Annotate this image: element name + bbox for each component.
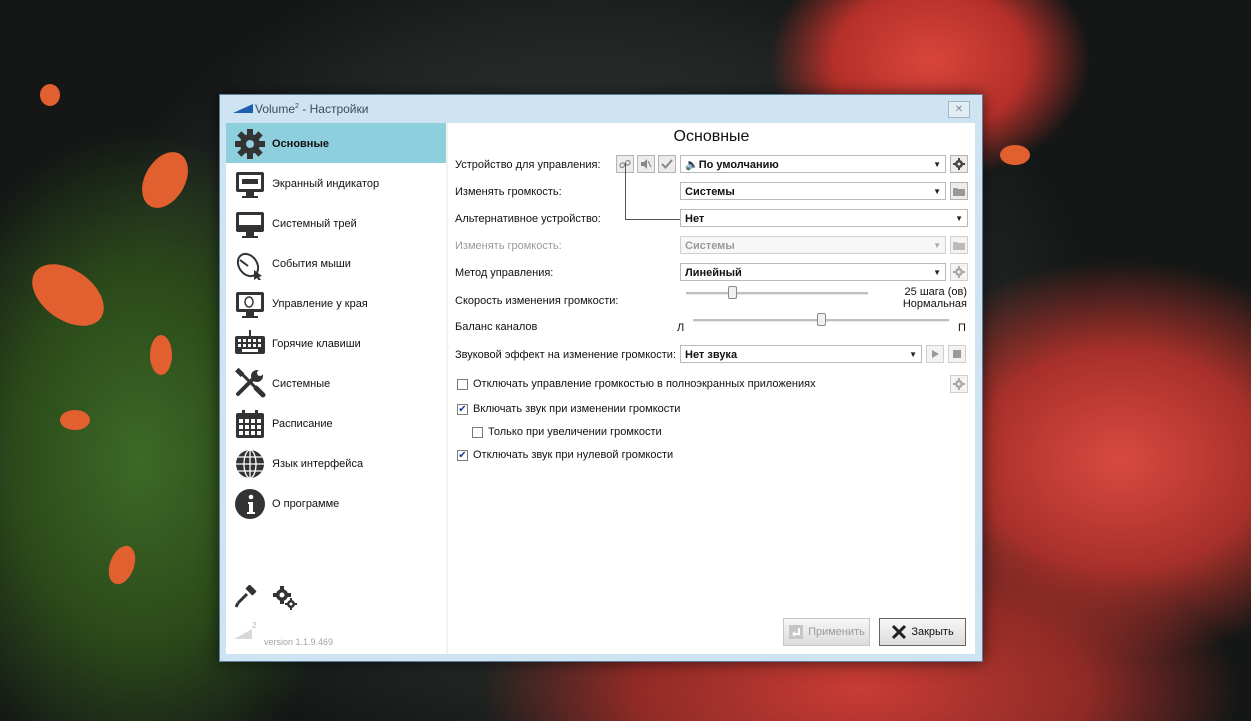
monitor-icon (234, 168, 266, 200)
advanced-settings-icon[interactable] (272, 585, 298, 614)
chevron-down-icon: ▼ (955, 214, 963, 223)
apply-button[interactable]: Применить (783, 618, 870, 646)
sound-effect-select[interactable]: Нет звука ▼ (680, 345, 922, 363)
sidebar-item-osd[interactable]: Экранный индикатор (226, 163, 446, 203)
speed-caption: Нормальная (902, 298, 967, 310)
device-link-connector (625, 163, 680, 220)
method-label: Метод управления: (455, 267, 554, 279)
sidebar-item-label: Системные (272, 378, 331, 390)
sidebar-item-label: Экранный индикатор (272, 178, 380, 190)
sidebar-item-language[interactable]: Язык интерфейса (226, 443, 446, 483)
device-select[interactable]: 🔈По умолчанию ▼ (680, 155, 946, 173)
balance-left-label: Л (677, 322, 685, 334)
background-splash (132, 144, 198, 216)
tools-icon (234, 368, 266, 400)
title-bar[interactable]: Volume2 - Настройки ✕ (220, 95, 982, 122)
sound-effect-label: Звуковой эффект на изменение громкости: (455, 349, 677, 361)
sidebar-item-label: События мыши (272, 258, 351, 270)
fullscreen-disable-checkbox[interactable] (457, 379, 468, 390)
tray-icon (234, 208, 266, 240)
play-sound-button[interactable] (926, 345, 944, 363)
balance-slider-handle[interactable] (817, 313, 826, 326)
speed-slider-track[interactable] (686, 292, 868, 295)
chevron-down-icon: ▼ (933, 187, 941, 196)
sidebar-item-system[interactable]: Системные (226, 363, 446, 403)
sidebar-item-label: Основные (272, 138, 329, 150)
balance-right-label: П (958, 322, 966, 334)
alt-browse-folder-button (950, 236, 968, 254)
background-splash (103, 542, 141, 588)
unmute-on-change-checkbox[interactable]: ✔ (457, 404, 468, 415)
alt-change-volume-label: Изменять громкость: (455, 240, 562, 252)
sidebar-item-tray[interactable]: Системный трей (226, 203, 446, 243)
change-volume-select[interactable]: Системы ▼ (680, 182, 946, 200)
chevron-down-icon: ▼ (933, 160, 941, 169)
window-client-area: Основные Экранный индикатор Системный тр… (226, 123, 975, 654)
background-splash (60, 410, 90, 430)
chevron-down-icon: ▼ (909, 350, 917, 359)
device-settings-button[interactable] (950, 155, 968, 173)
sidebar-item-label: Язык интерфейса (272, 458, 364, 470)
sidebar-item-about[interactable]: О программе (226, 483, 446, 523)
stop-sound-button[interactable] (948, 345, 966, 363)
mute-on-zero-checkbox[interactable]: ✔ (457, 450, 468, 461)
change-volume-label: Изменять громкость: (455, 186, 562, 198)
fullscreen-settings-button[interactable] (950, 375, 968, 393)
sidebar-item-label: Расписание (272, 418, 333, 430)
browse-folder-button[interactable] (950, 182, 968, 200)
only-on-increase-label: Только при увеличении громкости (488, 426, 662, 438)
close-icon (891, 624, 907, 640)
globe-icon (234, 448, 266, 480)
alt-device-select[interactable]: Нет ▼ (680, 209, 968, 227)
sidebar-item-label: О программе (272, 498, 340, 510)
sidebar-item-screen-edge[interactable]: Управление у края (226, 283, 446, 323)
method-settings-button[interactable] (950, 263, 968, 281)
paint-roller-icon[interactable] (234, 584, 258, 612)
settings-window: Volume2 - Настройки ✕ Основные Экранный … (219, 94, 983, 662)
sidebar-item-label: Управление у края (272, 298, 368, 310)
settings-panel: Основные Устройство для управления: 🔈По … (448, 123, 975, 654)
screen-edge-icon (234, 288, 266, 320)
background-splash (20, 251, 116, 339)
alt-change-volume-select: Системы ▼ (680, 236, 946, 254)
sidebar-item-label: Системный трей (272, 218, 357, 230)
background-splash (40, 84, 60, 106)
unmute-on-change-label: Включать звук при изменении громкости (473, 403, 681, 415)
chevron-down-icon: ▼ (933, 268, 941, 277)
page-title: Основные (673, 128, 750, 145)
chevron-down-icon: ▼ (933, 241, 941, 250)
speed-value: 25 шага (ов) (904, 286, 967, 298)
sidebar-item-hotkeys[interactable]: Горячие клавиши (226, 323, 446, 363)
gear-icon (234, 128, 266, 160)
device-label: Устройство для управления: (455, 159, 601, 171)
balance-label: Баланс каналов (455, 321, 538, 333)
sidebar-item-mouse[interactable]: События мыши (226, 243, 446, 283)
background-splash (1000, 145, 1030, 165)
sidebar-item-label: Горячие клавиши (272, 338, 361, 350)
sidebar-item-schedule[interactable]: Расписание (226, 403, 446, 443)
app-logo-icon (233, 104, 253, 113)
speed-label: Скорость изменения громкости: (455, 295, 619, 307)
close-button[interactable]: Закрыть (879, 618, 966, 646)
calendar-icon (234, 408, 266, 440)
background-splash (150, 335, 172, 375)
window-title: Volume2 - Настройки (255, 102, 369, 116)
sidebar-item-general[interactable]: Основные (226, 123, 446, 163)
mute-on-zero-label: Отключать звук при нулевой громкости (473, 449, 674, 461)
mouse-icon (234, 248, 266, 280)
only-on-increase-checkbox[interactable] (472, 427, 483, 438)
version-text: version 1.1.9.469 (264, 637, 334, 647)
method-select[interactable]: Линейный ▼ (680, 263, 946, 281)
sidebar: Основные Экранный индикатор Системный тр… (226, 123, 446, 654)
alt-device-label: Альтернативное устройство: (455, 213, 601, 225)
fullscreen-disable-label: Отключать управление громкостью в полноэ… (473, 378, 816, 390)
keyboard-icon (234, 328, 266, 360)
close-window-button[interactable]: ✕ (948, 101, 970, 118)
apply-icon (788, 624, 804, 640)
speed-slider-handle[interactable] (727, 286, 737, 299)
info-icon (234, 488, 266, 520)
